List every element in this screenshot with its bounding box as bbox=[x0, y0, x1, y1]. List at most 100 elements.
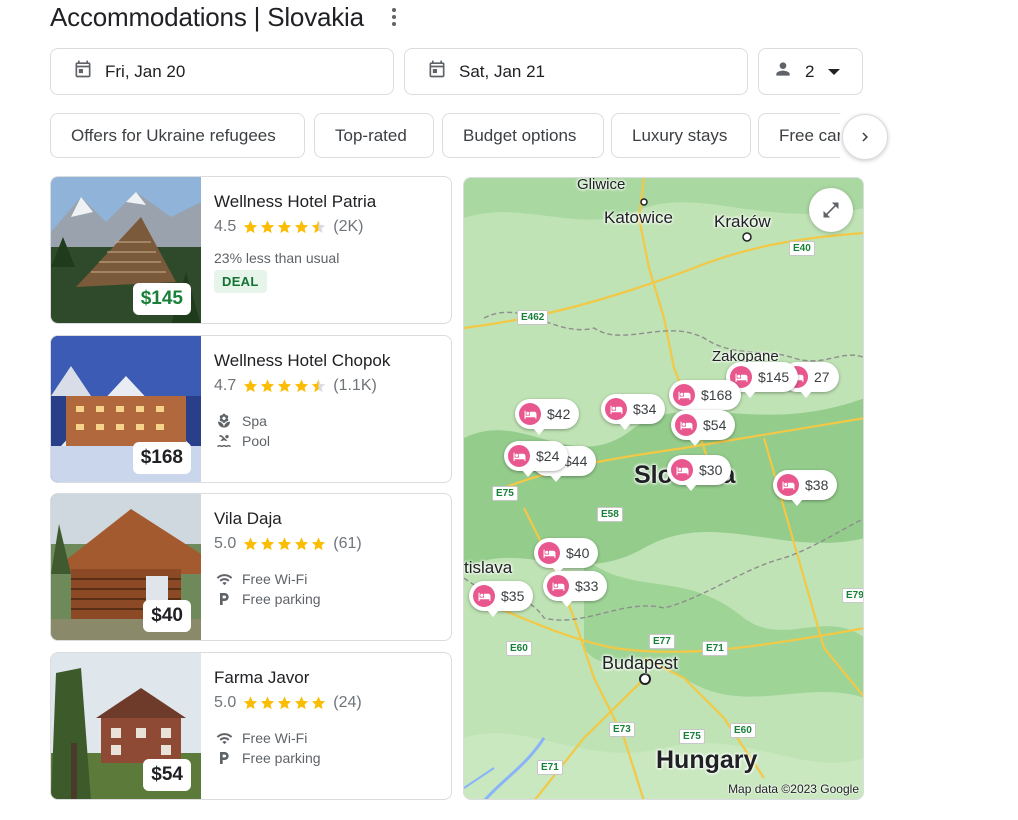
hotel-card[interactable]: $145 Wellness Hotel Patria 4.5 (2K) 23% … bbox=[50, 176, 452, 324]
map-city-label: Gliwice bbox=[577, 177, 626, 193]
amenity-spa: Spa bbox=[214, 411, 443, 431]
hotel-bed-icon bbox=[538, 542, 560, 564]
amenity-parking: Free parking bbox=[214, 748, 443, 768]
amenity-pool: Pool bbox=[214, 431, 443, 451]
star-rating bbox=[242, 378, 327, 394]
road-shield: E77 bbox=[649, 634, 675, 649]
pin-price: $38 bbox=[805, 477, 829, 493]
hotel-name: Wellness Hotel Patria bbox=[214, 192, 377, 211]
pin-price: 27 bbox=[814, 369, 830, 385]
check-out-label: Sat, Jan 21 bbox=[459, 61, 546, 81]
calendar-icon bbox=[73, 59, 93, 84]
map-price-pin[interactable]: $38 bbox=[773, 470, 838, 506]
road-shield: E71 bbox=[702, 641, 728, 656]
hotel-bed-icon bbox=[605, 398, 627, 420]
chip-luxury-stays[interactable]: Luxury stays bbox=[611, 113, 751, 158]
star-icon bbox=[278, 379, 292, 393]
star-icon bbox=[244, 220, 258, 234]
star-icon bbox=[278, 537, 292, 551]
map-city-label: Katowice bbox=[604, 208, 673, 227]
map-price-pin[interactable]: $42 bbox=[515, 399, 580, 435]
map-price-pin[interactable]: $54 bbox=[671, 410, 736, 446]
more-options-icon[interactable] bbox=[384, 5, 404, 29]
map-price-pin[interactable]: $35 bbox=[469, 581, 534, 617]
pin-price: $24 bbox=[536, 448, 560, 464]
map-price-pin[interactable]: $24 bbox=[504, 441, 569, 477]
hotel-photo: $145 bbox=[51, 177, 201, 323]
star-icon bbox=[295, 696, 309, 710]
hotel-bed-icon bbox=[547, 575, 569, 597]
road-shield: E462 bbox=[517, 310, 549, 325]
hotel-card[interactable]: $40 Vila Daja 5.0 (61) Free Wi-Fi Free p… bbox=[50, 493, 452, 641]
hotel-photo: $40 bbox=[51, 494, 201, 640]
map-price-pin[interactable]: $33 bbox=[543, 571, 608, 607]
star-rating bbox=[242, 695, 327, 711]
chip-top-rated[interactable]: Top-rated bbox=[314, 113, 434, 158]
pin-price: $42 bbox=[547, 406, 571, 422]
price-note: 23% less than usual bbox=[214, 250, 340, 266]
road-shield: E73 bbox=[609, 722, 635, 737]
road-shield: E58 bbox=[597, 507, 623, 522]
fullscreen-button[interactable] bbox=[809, 188, 853, 232]
star-icon bbox=[278, 220, 292, 234]
map-price-pin[interactable]: $34 bbox=[601, 394, 666, 430]
map-price-pin[interactable]: $40 bbox=[534, 538, 599, 574]
star-icon bbox=[261, 220, 275, 234]
chip-ukraine-offers[interactable]: Offers for Ukraine refugees bbox=[50, 113, 305, 158]
wifi-icon bbox=[214, 570, 234, 588]
star-icon bbox=[312, 220, 326, 234]
star-icon bbox=[295, 379, 309, 393]
map-price-pin[interactable]: $168 bbox=[669, 380, 742, 416]
hotel-bed-icon bbox=[675, 414, 697, 436]
chip-budget-options[interactable]: Budget options bbox=[442, 113, 604, 158]
hotel-rating: 4.5 (2K) bbox=[214, 218, 443, 236]
wifi-icon bbox=[214, 729, 234, 747]
spa-icon bbox=[214, 412, 234, 430]
person-icon bbox=[773, 59, 793, 84]
map-price-pin[interactable]: $30 bbox=[667, 455, 732, 491]
calendar-icon bbox=[427, 59, 447, 84]
check-in-date-button[interactable]: Fri, Jan 20 bbox=[50, 48, 394, 95]
amenity-label: Free Wi-Fi bbox=[242, 571, 308, 587]
star-icon bbox=[261, 537, 275, 551]
check-out-date-button[interactable]: Sat, Jan 21 bbox=[404, 48, 748, 95]
chip-free-cancellation[interactable]: Free cancellation bbox=[758, 113, 840, 158]
hotel-rating: 4.7 (1.1K) bbox=[214, 377, 443, 395]
review-count: (61) bbox=[333, 535, 362, 552]
star-icon bbox=[295, 220, 309, 234]
hotel-rating: 5.0 (24) bbox=[214, 694, 443, 712]
hotel-card[interactable]: $168 Wellness Hotel Chopok 4.7 (1.1K) Sp… bbox=[50, 335, 452, 483]
star-rating bbox=[242, 536, 327, 552]
map-city-label: Hungary bbox=[656, 746, 758, 774]
filter-chips: Offers for Ukraine refugees Top-rated Bu… bbox=[50, 113, 840, 158]
hotel-rating: 5.0 (61) bbox=[214, 535, 443, 553]
hotel-bed-icon bbox=[519, 403, 541, 425]
hotel-photo: $54 bbox=[51, 653, 201, 799]
page-title: Accommodations | Slovakia bbox=[50, 1, 364, 32]
check-in-label: Fri, Jan 20 bbox=[105, 61, 186, 81]
rating-value: 5.0 bbox=[214, 535, 237, 552]
pin-price: $40 bbox=[566, 545, 590, 561]
hotel-photo: $168 bbox=[51, 336, 201, 482]
expand-icon bbox=[823, 202, 839, 218]
rating-value: 4.5 bbox=[214, 218, 237, 235]
star-icon bbox=[295, 537, 309, 551]
map[interactable]: Gliwice Katowice Kraków Zakopane Slovaki… bbox=[463, 177, 864, 800]
parking-icon bbox=[214, 590, 234, 608]
hotel-bed-icon bbox=[673, 384, 695, 406]
road-shield: E60 bbox=[730, 723, 756, 738]
star-rating bbox=[242, 219, 327, 235]
star-icon bbox=[261, 696, 275, 710]
pin-price: $34 bbox=[633, 401, 657, 417]
road-shield: E79 bbox=[842, 588, 863, 603]
chevron-right-icon[interactable] bbox=[842, 114, 888, 160]
guests-dropdown[interactable]: 2 bbox=[758, 48, 863, 95]
road-shield: E40 bbox=[789, 241, 815, 256]
hotel-bed-icon bbox=[508, 445, 530, 467]
amenity-wifi: Free Wi-Fi bbox=[214, 569, 443, 589]
hotel-name: Wellness Hotel Chopok bbox=[214, 351, 391, 370]
hotel-name: Farma Javor bbox=[214, 668, 310, 687]
map-city-label: tislava bbox=[464, 558, 513, 577]
road-shield: E75 bbox=[492, 486, 518, 501]
hotel-card[interactable]: $54 Farma Javor 5.0 (24) Free Wi-Fi Free… bbox=[50, 652, 452, 800]
